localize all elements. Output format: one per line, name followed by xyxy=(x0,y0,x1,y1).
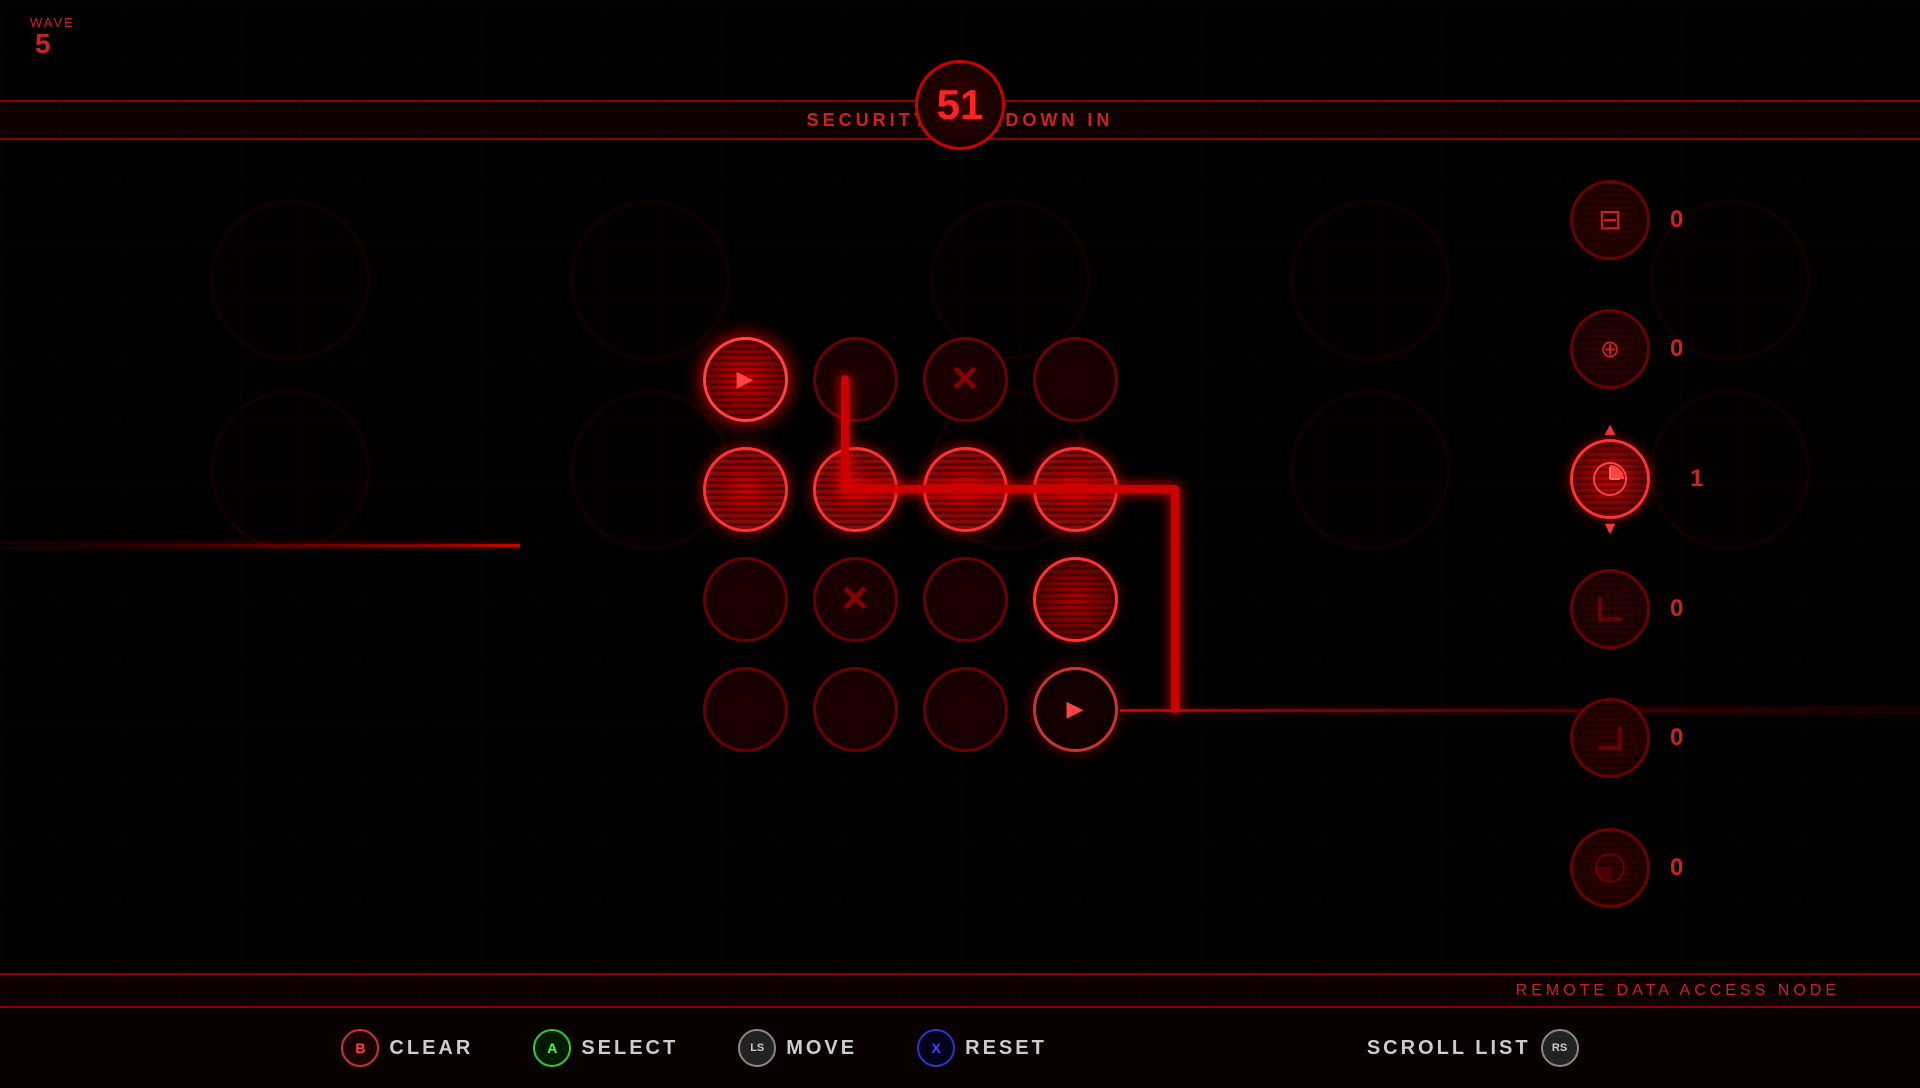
reset-label: RESET xyxy=(965,1037,1047,1060)
wave-number: 5 xyxy=(35,28,51,60)
grid-cell-0-2[interactable]: ✕ xyxy=(910,324,1020,434)
panel-count-5: 0 xyxy=(1670,854,1700,882)
a-button-icon: A xyxy=(533,1029,571,1067)
node-2-3 xyxy=(1033,557,1118,642)
grid-cell-2-1[interactable]: ✕ xyxy=(800,544,910,654)
panel-row-3: 0 xyxy=(1570,569,1700,649)
panel-node-3 xyxy=(1570,569,1650,649)
grid-cell-3-2[interactable] xyxy=(910,654,1020,764)
panel-node-2-wrapper: ▲ ▼ xyxy=(1570,439,1650,519)
exit-arrow-right-icon: ▶ xyxy=(1067,696,1084,722)
panel-node-5 xyxy=(1570,828,1650,908)
quarter-circle-icon xyxy=(1590,848,1630,888)
a-label: A xyxy=(547,1040,557,1056)
node-3-3: ▶ xyxy=(1033,667,1118,752)
rs-label: RS xyxy=(1552,1042,1567,1054)
grid-cell-1-1[interactable] xyxy=(800,434,910,544)
panel-node-4 xyxy=(1570,698,1650,778)
arrow-right-icon: ▶ xyxy=(737,366,754,392)
l-shape-variant-icon xyxy=(1592,720,1628,756)
b-button-icon: B xyxy=(341,1029,379,1067)
grid-cell-3-3[interactable]: ▶ xyxy=(1020,654,1130,764)
panel-icon-0: ⊟ xyxy=(1598,203,1621,236)
timer-value: 51 xyxy=(937,81,984,129)
grid-cell-3-1[interactable] xyxy=(800,654,910,764)
grid-cell-0-1[interactable] xyxy=(800,324,910,434)
scroll-list-item[interactable]: SCROLL LIST RS xyxy=(1367,1029,1579,1067)
panel-row-1: ⊕ 0 xyxy=(1570,309,1700,389)
right-connector-line xyxy=(1120,709,1920,712)
bottom-bar-text: REMOTE DATA ACCESS NODE xyxy=(1516,982,1840,1000)
grid-cell-1-3[interactable] xyxy=(1020,434,1130,544)
panel-row-4: 0 xyxy=(1570,698,1700,778)
ls-button-icon: LS xyxy=(738,1029,776,1067)
x-mark-icon-2: ✕ xyxy=(840,578,870,620)
panel-count-0: 0 xyxy=(1670,206,1700,234)
panel-row-0: ⊟ 0 xyxy=(1570,180,1700,260)
left-connector-line xyxy=(0,544,520,547)
select-button-item[interactable]: A SELECT xyxy=(533,1029,678,1067)
node-1-3 xyxy=(1033,447,1118,532)
node-1-0 xyxy=(703,447,788,532)
node-2-0 xyxy=(703,557,788,642)
grid-cell-1-2[interactable] xyxy=(910,434,1020,544)
select-label: SELECT xyxy=(581,1037,678,1060)
panel-count-4: 0 xyxy=(1670,724,1700,752)
node-1-2 xyxy=(923,447,1008,532)
clear-label: CLEAR xyxy=(389,1037,473,1060)
puzzle-grid: ▶ ✕ xyxy=(690,324,1130,764)
button-bar: B CLEAR A SELECT LS MOVE X RESET SCROLL … xyxy=(0,1008,1920,1088)
bottom-bar: REMOTE DATA ACCESS NODE xyxy=(0,973,1920,1008)
panel-icon-1: ⊕ xyxy=(1600,335,1620,364)
grid-cell-2-0[interactable] xyxy=(690,544,800,654)
puzzle-wrapper: ▶ ✕ xyxy=(790,324,1130,764)
clear-button-item[interactable]: B CLEAR xyxy=(341,1029,473,1067)
b-label: B xyxy=(355,1040,365,1056)
panel-count-1: 0 xyxy=(1670,335,1700,363)
right-panel: ⊟ 0 ⊕ 0 ▲ ▼ 1 xyxy=(1570,160,1720,928)
rs-button-icon: RS xyxy=(1541,1029,1579,1067)
node-3-0 xyxy=(703,667,788,752)
move-label: MOVE xyxy=(786,1037,857,1060)
ls-label: LS xyxy=(750,1042,764,1054)
panel-node-1: ⊕ xyxy=(1570,309,1650,389)
grid-cell-0-3[interactable] xyxy=(1020,324,1130,434)
timer-circle: 51 xyxy=(915,60,1005,150)
node-1-1 xyxy=(813,447,898,532)
node-0-3 xyxy=(1033,337,1118,422)
move-button-item[interactable]: LS MOVE xyxy=(738,1029,857,1067)
node-2-1: ✕ xyxy=(813,557,898,642)
x-mark-icon: ✕ xyxy=(950,358,980,400)
node-0-2: ✕ xyxy=(923,337,1008,422)
node-0-0: ▶ xyxy=(703,337,788,422)
reset-button-item[interactable]: X RESET xyxy=(917,1029,1047,1067)
grid-row-1 xyxy=(690,434,1130,544)
panel-row-5: 0 xyxy=(1570,828,1700,908)
x-label: X xyxy=(931,1040,940,1056)
clock-icon xyxy=(1590,459,1630,499)
node-3-2 xyxy=(923,667,1008,752)
scroll-list-label: SCROLL LIST xyxy=(1367,1037,1531,1060)
grid-cell-3-0[interactable] xyxy=(690,654,800,764)
grid-row-0: ▶ ✕ xyxy=(690,324,1130,434)
node-3-1 xyxy=(813,667,898,752)
node-0-1 xyxy=(813,337,898,422)
node-2-2 xyxy=(923,557,1008,642)
panel-count-2: 1 xyxy=(1690,465,1720,493)
grid-row-2: ✕ xyxy=(690,544,1130,654)
grid-cell-1-0[interactable] xyxy=(690,434,800,544)
x-button-icon: X xyxy=(917,1029,955,1067)
panel-count-3: 0 xyxy=(1670,595,1700,623)
panel-row-2: ▲ ▼ 1 xyxy=(1570,439,1720,519)
l-shape-icon xyxy=(1592,591,1628,627)
panel-arrow-up: ▲ xyxy=(1601,419,1619,440)
grid-row-3: ▶ xyxy=(690,654,1130,764)
panel-arrow-down: ▼ xyxy=(1601,518,1619,539)
panel-node-2 xyxy=(1570,439,1650,519)
grid-cell-2-2[interactable] xyxy=(910,544,1020,654)
panel-node-0: ⊟ xyxy=(1570,180,1650,260)
grid-cell-2-3[interactable] xyxy=(1020,544,1130,654)
grid-cell-0-0[interactable]: ▶ xyxy=(690,324,800,434)
